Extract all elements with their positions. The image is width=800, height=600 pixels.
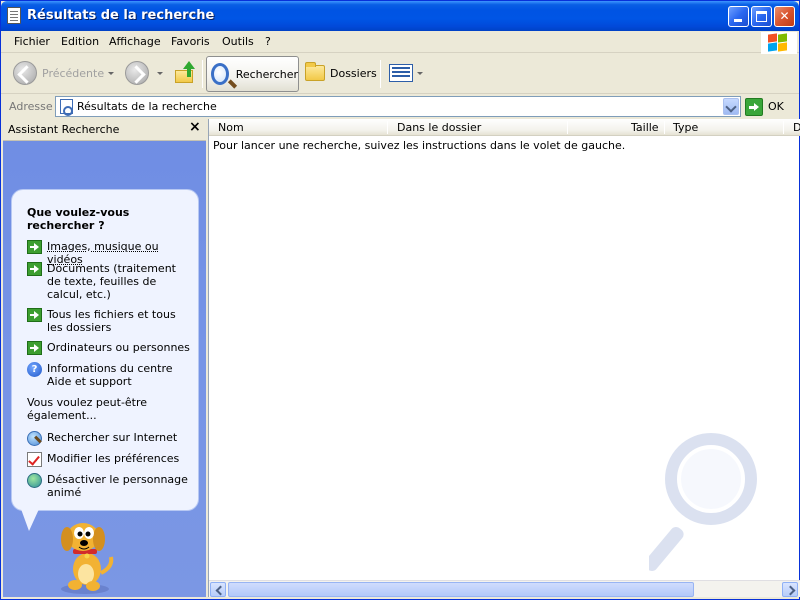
forward-dropdown-icon [157,71,163,75]
option-label: Modifier les préférences [47,452,180,465]
toolbar-separator [380,60,381,88]
address-bar: Adresse Résultats de la recherche OK [1,95,799,118]
back-dropdown-icon [108,71,115,75]
forward-arrow-icon [125,61,149,85]
option-label: Désactiver le personnage animé [47,473,188,499]
window-document-icon [7,7,21,24]
bubble-tail [21,509,39,531]
option-label: Documents (traitement de texte, feuilles… [47,262,176,301]
address-value: Résultats de la recherche [77,100,217,113]
option-preferences[interactable]: Modifier les préférences [27,452,192,467]
agent-icon [27,473,42,488]
option-label: Ordinateurs ou personnes [47,341,190,354]
search-question: Que voulez-vous rechercher ? [27,206,130,232]
address-dropdown-button[interactable] [723,98,739,115]
folders-label: Dossiers [330,66,377,80]
windows-flag-icon [768,33,788,52]
window-title: Résultats de la recherche [27,8,215,23]
maximize-icon [756,11,767,22]
option-label: Informations du centre Aide et support [47,362,173,388]
search-icon [211,63,229,85]
views-icon [389,64,413,82]
menu-fichier[interactable]: Fichier [14,35,50,48]
menu-favoris[interactable]: Favoris [171,35,210,48]
scroll-thumb[interactable] [228,582,694,597]
column-separator[interactable] [567,121,568,134]
column-separator[interactable] [664,121,665,134]
maximize-button[interactable] [751,6,772,27]
search-button[interactable]: Rechercher [206,56,299,92]
go-label: OK [768,100,784,113]
column-separator[interactable] [783,121,784,134]
search-label: Rechercher [235,67,298,81]
search-dog-icon[interactable] [53,519,117,595]
folders-button[interactable]: Dossiers [305,54,377,92]
go-arrow-icon [745,97,763,116]
pane-header: Assistant Recherche × [3,119,206,141]
explorer-window: Résultats de la recherche ✕ Fichier Edit… [0,0,800,600]
option-computers[interactable]: Ordinateurs ou personnes [27,341,192,355]
option-label: Rechercher sur Internet [47,431,178,444]
scroll-left-button[interactable] [210,582,226,597]
option-label: Tous les fichiers et tous les dossiers [47,308,176,334]
green-arrow-icon [27,308,42,322]
views-button[interactable] [389,54,423,92]
title-bar[interactable]: Résultats de la recherche ✕ [1,1,799,31]
search-watermark-icon [649,433,757,571]
menu-affichage[interactable]: Affichage [109,35,161,48]
scroll-right-button[interactable] [782,582,798,597]
menu-bar: Fichier Edition Affichage Favoris Outils… [1,31,799,54]
empty-results-message: Pour lancer une recherche, suivez les in… [213,139,626,152]
address-field[interactable]: Résultats de la recherche [55,96,741,117]
column-size[interactable]: Taille [631,121,659,134]
column-header: Nom Dans le dossier Taille Type D [209,119,800,136]
preferences-icon [27,452,42,467]
toolbar-separator [202,60,203,88]
column-name[interactable]: Nom [218,121,244,134]
option-all-files[interactable]: Tous les fichiers et tous les dossiers [27,308,192,334]
search-assistant-pane: Assistant Recherche × Que voulez-vous re… [3,119,206,597]
option-internet-search[interactable]: Rechercher sur Internet [27,431,192,446]
green-arrow-icon [27,240,42,254]
search-bubble: Que voulez-vous rechercher ? Images, mus… [11,189,199,511]
back-label: Précédente [42,66,105,80]
column-type[interactable]: Type [673,121,698,134]
folder-icon [305,62,325,81]
column-separator[interactable] [387,121,388,134]
address-label: Adresse [9,100,53,113]
column-date[interactable]: D [793,121,800,134]
menu-help[interactable]: ? [265,35,271,48]
option-disable-agent[interactable]: Désactiver le personnage animé [27,473,192,499]
also-label: Vous voulez peut-être également... [27,396,148,422]
horizontal-scrollbar[interactable] [209,580,800,597]
green-arrow-icon [27,262,42,276]
search-results-icon [60,99,73,116]
option-documents[interactable]: Documents (traitement de texte, feuilles… [27,262,192,301]
minimize-icon [734,19,742,22]
option-help-center[interactable]: ? Informations du centre Aide et support [27,362,192,388]
green-arrow-icon [27,341,42,355]
internet-search-icon [27,431,42,446]
pane-title: Assistant Recherche [8,123,120,136]
up-folder-button[interactable] [175,54,197,92]
help-icon: ? [27,362,42,377]
back-arrow-icon [13,61,37,85]
results-list[interactable]: Nom Dans le dossier Taille Type D Pour l… [208,119,800,597]
column-folder[interactable]: Dans le dossier [397,121,481,134]
menu-outils[interactable]: Outils [222,35,254,48]
back-button[interactable]: Précédente [13,54,115,92]
menu-edition[interactable]: Edition [61,35,99,48]
minimize-button[interactable] [728,6,749,27]
close-button[interactable]: ✕ [774,6,795,27]
go-button[interactable]: OK [745,96,784,117]
views-dropdown-icon [417,71,423,75]
up-folder-icon [175,61,197,85]
toolbar: Précédente Rechercher Dossiers [1,54,799,94]
close-icon: ✕ [779,9,790,23]
pane-close-icon[interactable]: × [189,119,201,135]
forward-button[interactable] [125,54,163,92]
